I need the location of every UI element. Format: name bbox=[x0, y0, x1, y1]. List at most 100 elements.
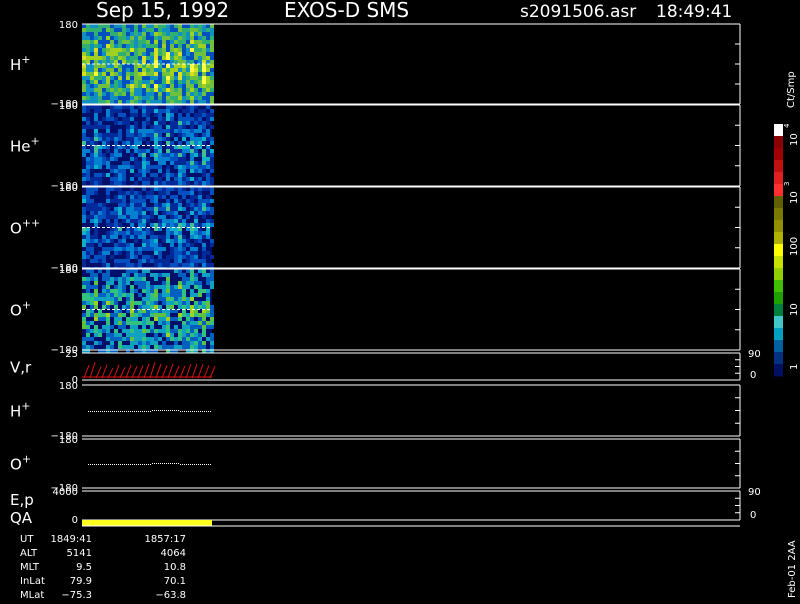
spectrogram-cell bbox=[86, 117, 90, 121]
spectrogram-cell bbox=[142, 219, 146, 223]
spectrogram-cell bbox=[98, 203, 102, 207]
spectrogram-cell bbox=[154, 199, 158, 203]
spectrogram-cell bbox=[82, 52, 86, 56]
spectrogram-cell bbox=[110, 297, 114, 301]
spectrogram-cell bbox=[94, 24, 98, 28]
spectrogram-cell bbox=[102, 251, 106, 255]
spectrogram-cell bbox=[126, 305, 130, 309]
spectrogram-cell bbox=[102, 317, 106, 321]
spectrogram-cell bbox=[198, 109, 202, 113]
spectrogram-cell bbox=[178, 251, 182, 255]
spectrogram-cell bbox=[122, 305, 126, 309]
spectrogram-cell bbox=[178, 231, 182, 235]
spectrogram-cell bbox=[98, 84, 102, 88]
spectrogram-cell bbox=[138, 96, 142, 100]
spectrogram-cell bbox=[130, 223, 134, 227]
spectrogram-cell bbox=[170, 80, 174, 84]
data-dot bbox=[210, 411, 211, 412]
spectrogram-cell bbox=[182, 239, 186, 243]
colorbar-label: 10 bbox=[789, 133, 800, 146]
spectrogram-cell bbox=[154, 52, 158, 56]
velocity-vector bbox=[113, 364, 120, 379]
spectrogram-cell bbox=[106, 247, 110, 251]
spectrogram-cell bbox=[98, 259, 102, 263]
spectrogram-cell bbox=[186, 113, 190, 117]
spectrogram-cell bbox=[170, 215, 174, 219]
spectrogram-cell bbox=[138, 231, 142, 235]
spectrogram-cell bbox=[114, 251, 118, 255]
spectrogram-cell bbox=[162, 80, 166, 84]
spectrogram-cell bbox=[106, 40, 110, 44]
spectrogram-cell bbox=[150, 32, 154, 36]
spectrogram-cell bbox=[182, 333, 186, 337]
spectrogram-cell bbox=[86, 48, 90, 52]
spectrogram-cell bbox=[158, 36, 162, 40]
spectrogram-cell bbox=[190, 289, 194, 293]
colorbar-swatch bbox=[774, 280, 783, 293]
spectrogram-cell bbox=[182, 84, 186, 88]
spectrogram-cell bbox=[106, 231, 110, 235]
spectrogram-cell bbox=[174, 215, 178, 219]
spectrogram-cell bbox=[110, 52, 114, 56]
spectrogram-cell bbox=[134, 199, 138, 203]
spectrogram-cell bbox=[86, 64, 90, 68]
spectrogram-cell bbox=[206, 203, 210, 207]
spectrogram-cell bbox=[118, 289, 122, 293]
spectrogram-cell bbox=[158, 52, 162, 56]
spectrogram-cell bbox=[90, 207, 94, 211]
spectrogram-cell bbox=[94, 289, 98, 293]
colorbar-swatch bbox=[774, 364, 783, 377]
spectrogram-cell bbox=[90, 157, 94, 161]
spectrogram-cell bbox=[166, 181, 170, 185]
spectrogram-cell bbox=[142, 157, 146, 161]
spectrogram-cell bbox=[150, 255, 154, 259]
spectrogram-cell bbox=[82, 40, 86, 44]
spectrogram-cell bbox=[126, 277, 130, 281]
spectrogram-cell bbox=[118, 76, 122, 80]
spectrogram-cell bbox=[198, 207, 202, 211]
spectrogram-cell bbox=[106, 36, 110, 40]
spectrogram-cell bbox=[202, 44, 206, 48]
spectrogram-cell bbox=[114, 32, 118, 36]
spectrogram-cell bbox=[106, 100, 110, 104]
spectrogram-cell bbox=[178, 329, 182, 333]
spectrogram-cell bbox=[130, 32, 134, 36]
spectrogram-cell bbox=[102, 84, 106, 88]
spectrogram-cell bbox=[122, 64, 126, 68]
spectrogram-cell bbox=[170, 32, 174, 36]
spectrogram-cell bbox=[158, 273, 162, 277]
spectrogram-cell bbox=[102, 259, 106, 263]
spectrogram-cell bbox=[86, 96, 90, 100]
spectrogram-cell bbox=[166, 80, 170, 84]
spectrogram-cell bbox=[90, 48, 94, 52]
spectrogram-cell bbox=[146, 177, 150, 181]
spectrogram-cell bbox=[186, 161, 190, 165]
spectrogram-cell bbox=[194, 64, 198, 68]
colorbar-swatch bbox=[774, 220, 783, 233]
spectrogram-cell bbox=[82, 44, 86, 48]
spectrogram-cell bbox=[166, 137, 170, 141]
spectrogram-cell bbox=[106, 84, 110, 88]
spectrogram-cell bbox=[118, 40, 122, 44]
spectrogram-cell bbox=[106, 165, 110, 169]
spectrogram-cell bbox=[190, 100, 194, 104]
spectrogram-cell bbox=[130, 219, 134, 223]
spectrogram-cell bbox=[206, 199, 210, 203]
spectrogram-cell bbox=[130, 333, 134, 337]
spectrogram-cell bbox=[158, 44, 162, 48]
spectrogram-cell bbox=[106, 345, 110, 349]
spectrogram-cell bbox=[146, 113, 150, 117]
spectrogram-cell bbox=[190, 121, 194, 125]
spectrogram-cell bbox=[194, 223, 198, 227]
spectrogram-cell bbox=[202, 60, 206, 64]
spectrogram-cell bbox=[206, 56, 210, 60]
spectrogram-cell bbox=[186, 181, 190, 185]
spectrogram-cell bbox=[190, 317, 194, 321]
spectrogram-cell bbox=[134, 255, 138, 259]
spectrogram-cell bbox=[166, 96, 170, 100]
spectrogram-cell bbox=[142, 137, 146, 141]
panel-label-sup: + bbox=[22, 299, 31, 312]
spectrogram-cell bbox=[82, 149, 86, 153]
data-dot bbox=[124, 464, 125, 465]
spectrogram-cell bbox=[138, 341, 142, 345]
